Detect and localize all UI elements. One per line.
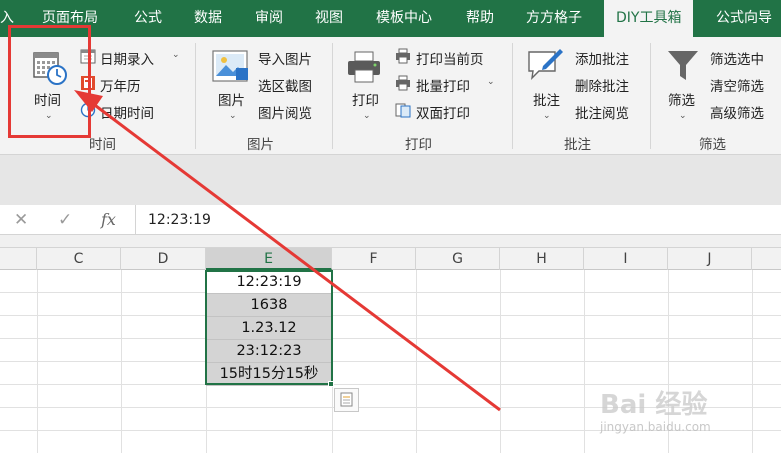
watermark-logo: Bai 经验 [600, 390, 708, 420]
watermark-url: jingyan.baidu.com [600, 420, 711, 434]
